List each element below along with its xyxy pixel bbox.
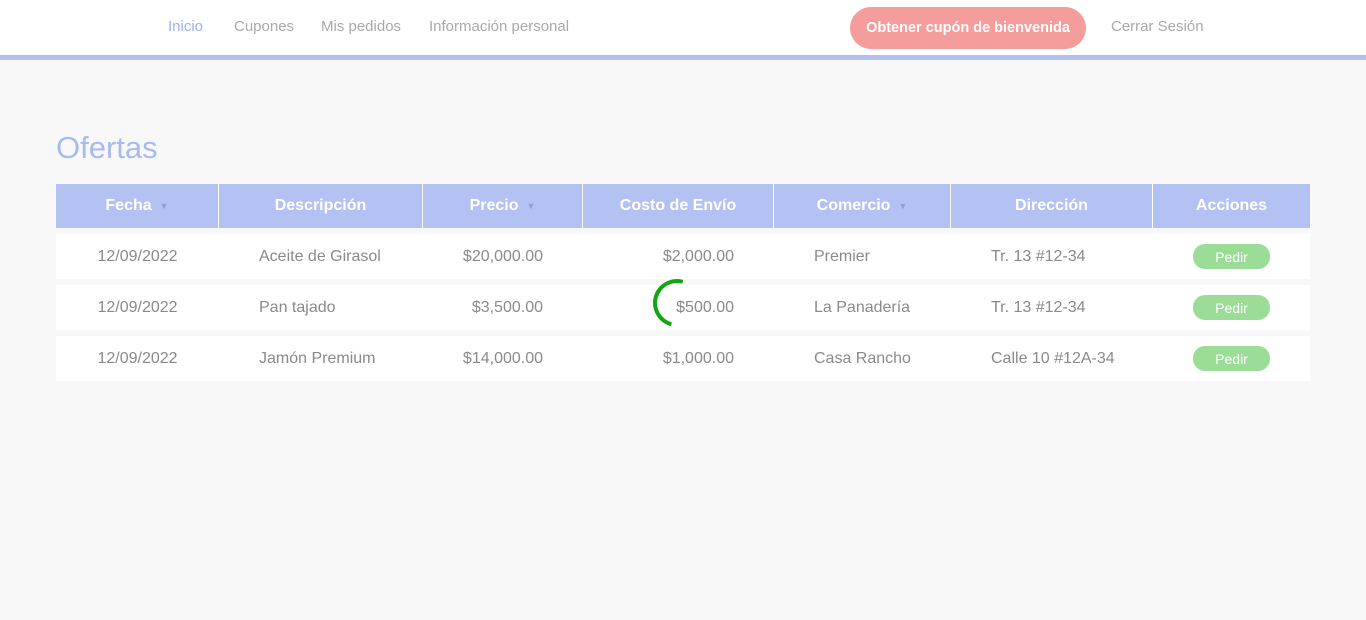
cell-fecha: 12/09/2022 [56,285,219,330]
pedir-button[interactable]: Pedir [1193,295,1270,320]
top-navbar: Inicio Cupones Mis pedidos Información p… [0,0,1366,60]
header-acciones: Acciones [1153,184,1310,228]
cell-descripcion: Pan tajado [219,285,423,330]
cell-precio: $20,000.00 [423,234,583,279]
header-comercio[interactable]: Comercio ▼ [774,184,951,228]
cell-direccion: Tr. 13 #12-34 [951,285,1153,330]
header-label: Precio [469,197,519,214]
table-header-row: Fecha ▼ Descripción Precio ▼ Costo de Enví… [56,184,1310,228]
cell-direccion: Tr. 13 #12-34 [951,234,1153,279]
cell-comercio: Premier [774,234,951,279]
header-label: Descripción [274,197,367,214]
cell-descripcion: Aceite de Girasol [219,234,423,279]
caret-down-icon[interactable]: ▼ [898,201,907,211]
header-label: Acciones [1195,197,1268,214]
cell-comercio: La Panadería [774,285,951,330]
nav-inicio[interactable]: Inicio [168,18,203,35]
nav-cupones[interactable]: Cupones [234,18,294,35]
header-precio[interactable]: Precio ▼ [423,184,583,228]
cell-precio: $14,000.00 [423,336,583,381]
caret-down-icon[interactable]: ▼ [527,201,536,211]
pedir-button[interactable]: Pedir [1193,346,1270,371]
cell-costo-envio: $2,000.00 [583,234,774,279]
cell-costo-envio: $1,000.00 [583,336,774,381]
cell-comercio: Casa Rancho [774,336,951,381]
table-row: 12/09/2022 Jamón Premium $14,000.00 $1,0… [56,336,1310,381]
cell-precio: $3,500.00 [423,285,583,330]
nav-informacion-personal[interactable]: Información personal [429,18,569,35]
cell-acciones: Pedir [1153,234,1310,279]
header-label: Comercio [816,197,891,214]
header-descripcion: Descripción [219,184,423,228]
cell-descripcion: Jamón Premium [219,336,423,381]
header-fecha[interactable]: Fecha ▼ [56,184,219,228]
header-costo-envio: Costo de Envío [583,184,774,228]
caret-down-icon[interactable]: ▼ [160,201,169,211]
header-label: Fecha [105,197,152,214]
header-direccion: Dirección [951,184,1153,228]
nav-mis-pedidos[interactable]: Mis pedidos [321,18,401,35]
pedir-button[interactable]: Pedir [1193,244,1270,269]
page-title: Ofertas [56,130,158,165]
header-label: Costo de Envío [619,197,737,214]
cell-acciones: Pedir [1153,285,1310,330]
header-label: Dirección [1015,197,1088,214]
cell-fecha: 12/09/2022 [56,234,219,279]
cell-direccion: Calle 10 #12A-34 [951,336,1153,381]
welcome-coupon-button[interactable]: Obtener cupón de bienvenida [850,7,1086,49]
table-row: 12/09/2022 Aceite de Girasol $20,000.00 … [56,234,1310,279]
cell-fecha: 12/09/2022 [56,336,219,381]
cell-acciones: Pedir [1153,336,1310,381]
logout-link[interactable]: Cerrar Sesión [1111,18,1204,35]
